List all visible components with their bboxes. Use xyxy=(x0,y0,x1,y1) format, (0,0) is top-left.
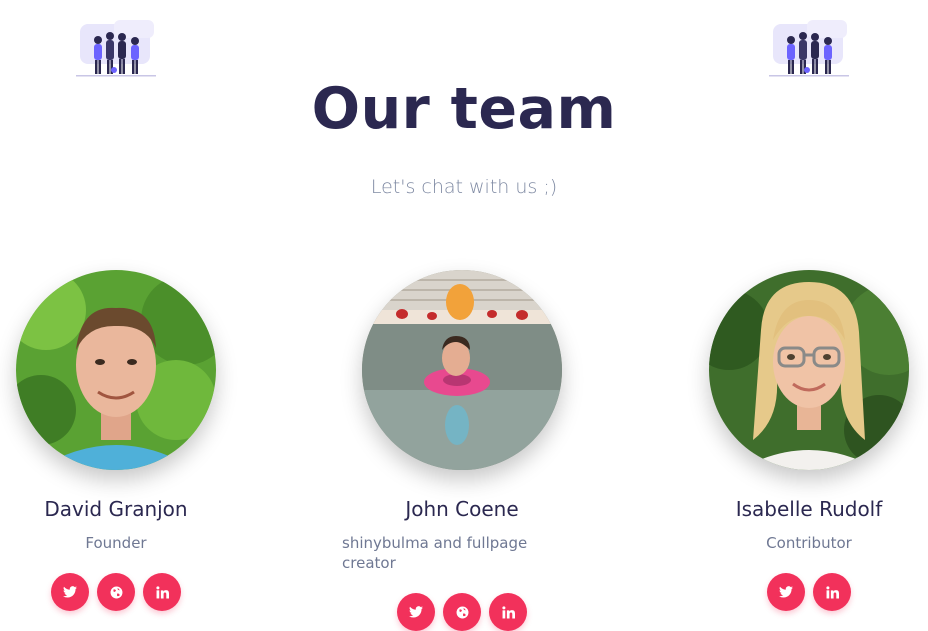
team-member-card: David Granjon Founder xyxy=(0,270,236,611)
linkedin-button[interactable] xyxy=(813,573,851,611)
member-name: John Coene xyxy=(405,497,519,521)
linkedin-button[interactable] xyxy=(143,573,181,611)
social-links xyxy=(767,573,851,611)
team-member-card: John Coene shinybulma and fullpage creat… xyxy=(342,270,582,631)
twitter-icon xyxy=(409,606,423,618)
member-role: shinybulma and fullpage creator xyxy=(342,534,528,572)
social-links xyxy=(397,593,527,631)
member-role: Contributor xyxy=(766,534,852,552)
website-button[interactable] xyxy=(97,573,135,611)
twitter-button[interactable] xyxy=(51,573,89,611)
avatar xyxy=(16,270,216,470)
social-links xyxy=(51,573,181,611)
twitter-icon xyxy=(779,586,793,598)
member-name: Isabelle Rudolf xyxy=(735,497,883,521)
globe-icon xyxy=(456,606,468,618)
page-subtitle: Let's chat with us ;) xyxy=(370,176,558,198)
linkedin-button[interactable] xyxy=(489,593,527,631)
team-member-card: Isabelle Rudolf Contributor xyxy=(689,270,928,611)
page-title: Our team xyxy=(311,76,617,142)
linkedin-icon xyxy=(155,585,169,598)
linkedin-icon xyxy=(501,605,515,618)
member-name: David Granjon xyxy=(44,497,188,521)
member-role: Founder xyxy=(85,534,147,552)
team-illustration-icon xyxy=(769,20,849,77)
twitter-button[interactable] xyxy=(397,593,435,631)
globe-icon xyxy=(110,586,122,598)
avatar xyxy=(362,270,562,470)
linkedin-icon xyxy=(825,585,839,598)
twitter-button[interactable] xyxy=(767,573,805,611)
twitter-icon xyxy=(63,586,77,598)
team-illustration-icon xyxy=(76,20,156,77)
website-button[interactable] xyxy=(443,593,481,631)
avatar xyxy=(709,270,909,470)
